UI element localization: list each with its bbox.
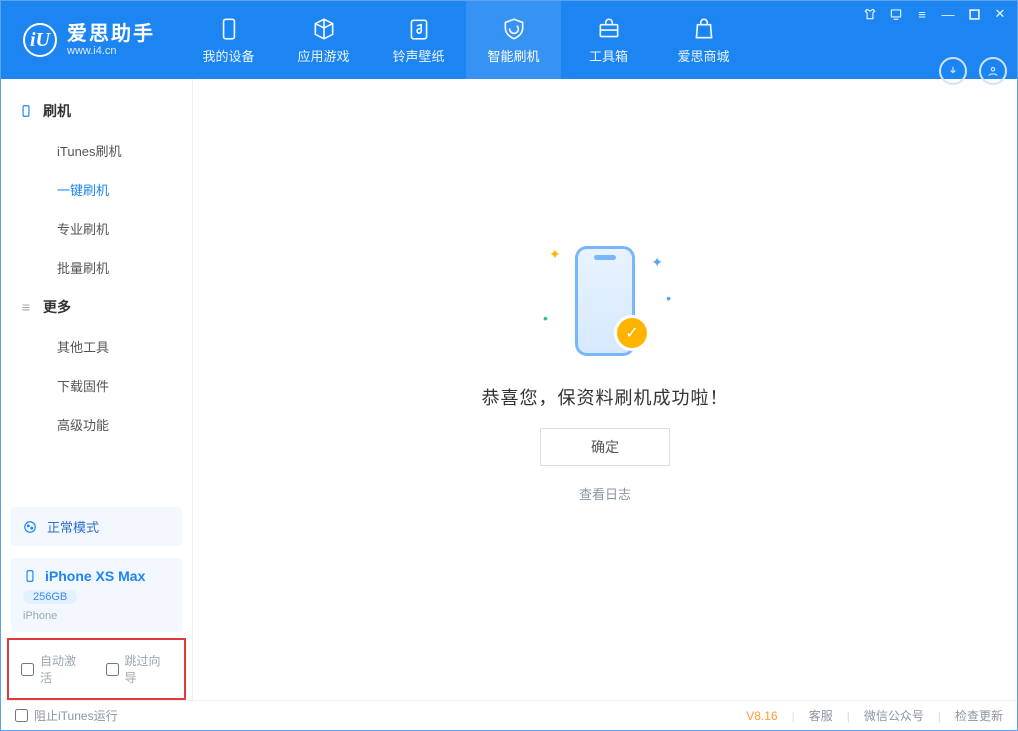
sidebar-nav: 刷机 iTunes刷机 一键刷机 专业刷机 批量刷机 ≡ 更多 其他工具 下载固…: [1, 79, 192, 444]
device-name: iPhone XS Max: [45, 568, 145, 584]
sparkle-icon: ✦: [651, 254, 663, 271]
sparkle-icon: •: [543, 310, 548, 326]
tab-toolbox[interactable]: 工具箱: [561, 1, 656, 79]
main-tabs: 我的设备 应用游戏 铃声壁纸 智能刷机 工具箱 爱思商城: [181, 1, 751, 79]
menu-icon[interactable]: ≡: [915, 7, 929, 21]
toolbox-icon: [596, 16, 622, 42]
sidebar: 刷机 iTunes刷机 一键刷机 专业刷机 批量刷机 ≡ 更多 其他工具 下载固…: [1, 79, 193, 700]
separator: |: [792, 709, 795, 723]
version-label: V8.16: [746, 709, 777, 723]
header-right: ≡ — ✕: [863, 1, 1017, 79]
maximize-icon[interactable]: [967, 7, 981, 21]
nav-batch-flash[interactable]: 批量刷机: [1, 248, 192, 287]
music-icon: [406, 16, 432, 42]
auto-activate-label: 自动激活: [40, 652, 88, 686]
auto-activate-checkbox[interactable]: 自动激活: [21, 652, 88, 686]
tab-label: 应用游戏: [297, 46, 349, 65]
separator: |: [847, 709, 850, 723]
group-label: 更多: [43, 297, 71, 317]
sparkle-icon: •: [666, 290, 671, 306]
auto-activate-input[interactable]: [21, 663, 34, 676]
block-itunes-checkbox[interactable]: [15, 709, 28, 722]
nav-other-tools[interactable]: 其他工具: [1, 327, 192, 366]
mode-label: 正常模式: [47, 517, 99, 536]
device-info-box[interactable]: iPhone XS Max 256GB iPhone: [11, 558, 182, 632]
success-panel: ✦ ✦ • • ✓ 恭喜您，保资料刷机成功啦！ 确定 查看日志: [482, 236, 729, 503]
app-header: iU 爱思助手 www.i4.cn 我的设备 应用游戏 铃声壁纸 智能刷机 工具…: [1, 1, 1017, 79]
tab-label: 工具箱: [589, 46, 628, 65]
view-log-link[interactable]: 查看日志: [579, 484, 631, 503]
mode-icon: [23, 520, 37, 534]
tab-my-device[interactable]: 我的设备: [181, 1, 276, 79]
bag-icon: [691, 16, 717, 42]
nav-itunes-flash[interactable]: iTunes刷机: [1, 131, 192, 170]
status-bar: 阻止iTunes运行 V8.16 | 客服 | 微信公众号 | 检查更新: [1, 700, 1017, 730]
nav-oneclick-flash[interactable]: 一键刷机: [1, 170, 192, 209]
sidebar-group-flash: 刷机: [1, 91, 192, 131]
footer-link-update[interactable]: 检查更新: [955, 707, 1003, 724]
app-domain: www.i4.cn: [67, 45, 155, 57]
group-label: 刷机: [43, 101, 71, 121]
tab-smart-flash[interactable]: 智能刷机: [466, 1, 561, 79]
close-icon[interactable]: ✕: [993, 7, 1007, 21]
tab-label: 我的设备: [202, 46, 254, 65]
tab-ringtone-wallpaper[interactable]: 铃声壁纸: [371, 1, 466, 79]
success-message: 恭喜您，保资料刷机成功啦！: [482, 384, 729, 410]
nav-advanced[interactable]: 高级功能: [1, 405, 192, 444]
shirt-icon[interactable]: [863, 7, 877, 21]
tab-store[interactable]: 爱思商城: [656, 1, 751, 79]
device-capacity-badge: 256GB: [23, 590, 77, 604]
device-mode-box[interactable]: 正常模式: [11, 507, 182, 546]
cube-icon: [311, 16, 337, 42]
app-name: 爱思助手: [67, 23, 155, 45]
feedback-icon[interactable]: [889, 7, 903, 21]
tab-apps-games[interactable]: 应用游戏: [276, 1, 371, 79]
sparkle-icon: ✦: [549, 246, 561, 263]
nav-download-firmware[interactable]: 下载固件: [1, 366, 192, 405]
footer-link-wechat[interactable]: 微信公众号: [864, 707, 924, 724]
main-content: ✦ ✦ • • ✓ 恭喜您，保资料刷机成功啦！ 确定 查看日志: [193, 79, 1017, 700]
skip-guide-input[interactable]: [106, 663, 119, 676]
list-icon: ≡: [19, 300, 33, 314]
ok-button[interactable]: 确定: [540, 428, 670, 466]
device-icon: [216, 16, 242, 42]
block-itunes-label: 阻止iTunes运行: [34, 707, 118, 724]
nav-pro-flash[interactable]: 专业刷机: [1, 209, 192, 248]
logo-mark-icon: iU: [23, 23, 57, 57]
flash-options-row: 自动激活 跳过向导: [7, 638, 186, 700]
tab-label: 智能刷机: [487, 46, 539, 65]
device-small-icon: [23, 569, 37, 583]
check-badge-icon: ✓: [617, 318, 647, 348]
skip-guide-checkbox[interactable]: 跳过向导: [106, 652, 173, 686]
success-illustration: ✦ ✦ • • ✓: [545, 236, 665, 366]
footer-link-support[interactable]: 客服: [809, 707, 833, 724]
tab-label: 铃声壁纸: [392, 46, 444, 65]
separator: |: [938, 709, 941, 723]
phone-icon: [19, 104, 33, 118]
window-controls: ≡ — ✕: [863, 7, 1007, 21]
device-type: iPhone: [23, 610, 57, 622]
refresh-shield-icon: [501, 16, 527, 42]
minimize-icon[interactable]: —: [941, 7, 955, 21]
app-logo: iU 爱思助手 www.i4.cn: [1, 1, 181, 79]
tab-label: 爱思商城: [677, 46, 729, 65]
sidebar-group-more: ≡ 更多: [1, 287, 192, 327]
skip-guide-label: 跳过向导: [125, 652, 173, 686]
